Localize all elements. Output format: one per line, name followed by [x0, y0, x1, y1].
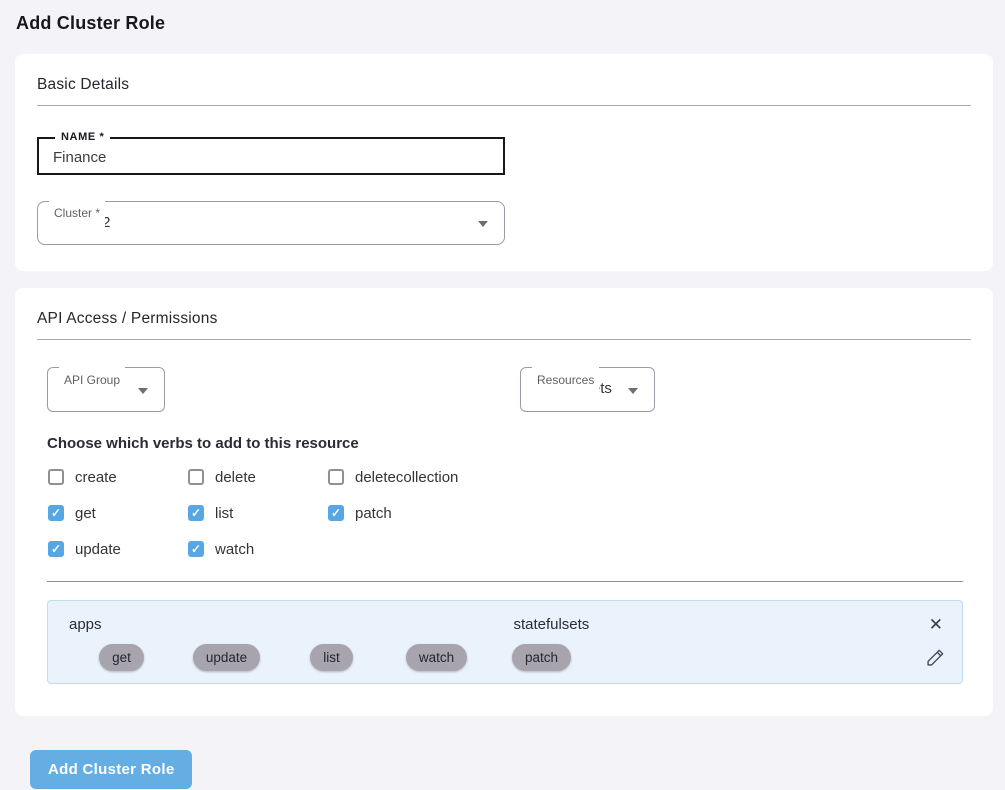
verbs-heading: Choose which verbs to add to this resour… [47, 435, 971, 452]
verb-label: deletecollection [355, 469, 458, 486]
checkbox-icon[interactable] [188, 469, 204, 485]
verb-chip: get [99, 644, 144, 671]
checkbox-icon[interactable] [328, 469, 344, 485]
checkbox-icon[interactable] [48, 469, 64, 485]
page-title: Add Cluster Role [0, 0, 1005, 34]
summary-resource: statefulsets [129, 616, 926, 633]
name-field[interactable]: NAME * [37, 137, 505, 175]
resources-select-label: Resources [532, 359, 599, 401]
verb-label: watch [215, 541, 254, 558]
verb-label: delete [215, 469, 256, 486]
verb-checkbox-deletecollection[interactable]: deletecollection [328, 466, 548, 488]
api-group-select-label: API Group [59, 359, 125, 401]
verb-chip: watch [406, 644, 467, 671]
verb-checkbox-patch[interactable]: patch [328, 502, 548, 524]
edit-pencil-icon [925, 647, 946, 668]
permission-summary-row: apps statefulsets ✕ get update list watc… [47, 600, 963, 684]
cluster-select-label: Cluster * [49, 193, 105, 234]
verb-chip: update [193, 644, 260, 671]
name-field-label: NAME * [55, 131, 110, 143]
verb-checkbox-update[interactable]: update [48, 538, 188, 560]
verb-checkbox-list[interactable]: list [188, 502, 328, 524]
dropdown-arrow-icon [628, 388, 638, 394]
verb-checkbox-delete[interactable]: delete [188, 466, 328, 488]
section-divider [37, 339, 971, 340]
add-cluster-role-button[interactable]: Add Cluster Role [30, 750, 192, 789]
permissions-selects-row: API Group apps Resources statefulsets [37, 367, 971, 412]
summary-header: apps statefulsets ✕ [69, 616, 946, 633]
checkbox-icon[interactable] [188, 505, 204, 521]
checkbox-icon[interactable] [328, 505, 344, 521]
cluster-select[interactable]: Cluster * cluster-2 [37, 201, 505, 245]
summary-chips: get update list watch patch [69, 644, 946, 671]
verb-checkbox-get[interactable]: get [48, 502, 188, 524]
verb-label: get [75, 505, 96, 522]
verb-chip: patch [512, 644, 571, 671]
basic-details-section-title: Basic Details [37, 76, 971, 94]
verb-label: create [75, 469, 117, 486]
resources-select[interactable]: Resources statefulsets [520, 367, 655, 412]
permissions-section-title: API Access / Permissions [37, 310, 971, 328]
panel-divider [47, 581, 963, 582]
section-divider [37, 105, 971, 106]
checkbox-icon[interactable] [188, 541, 204, 557]
verbs-grid: create delete deletecollection get list … [48, 466, 971, 560]
verb-label: update [75, 541, 121, 558]
basic-details-card: Basic Details NAME * Cluster * cluster-2 [15, 54, 993, 271]
edit-button[interactable] [925, 647, 946, 668]
checkbox-icon[interactable] [48, 505, 64, 521]
close-icon[interactable]: ✕ [926, 616, 946, 633]
permissions-card: API Access / Permissions API Group apps … [15, 288, 993, 716]
dropdown-arrow-icon [478, 221, 488, 227]
verb-checkbox-create[interactable]: create [48, 466, 188, 488]
name-input[interactable] [39, 139, 503, 173]
dropdown-arrow-icon [138, 388, 148, 394]
summary-api-group: apps [69, 616, 129, 633]
api-group-select[interactable]: API Group apps [47, 367, 165, 412]
verb-label: patch [355, 505, 392, 522]
verb-label: list [215, 505, 233, 522]
verb-checkbox-watch[interactable]: watch [188, 538, 328, 560]
checkbox-icon[interactable] [48, 541, 64, 557]
verb-chip: list [310, 644, 353, 671]
